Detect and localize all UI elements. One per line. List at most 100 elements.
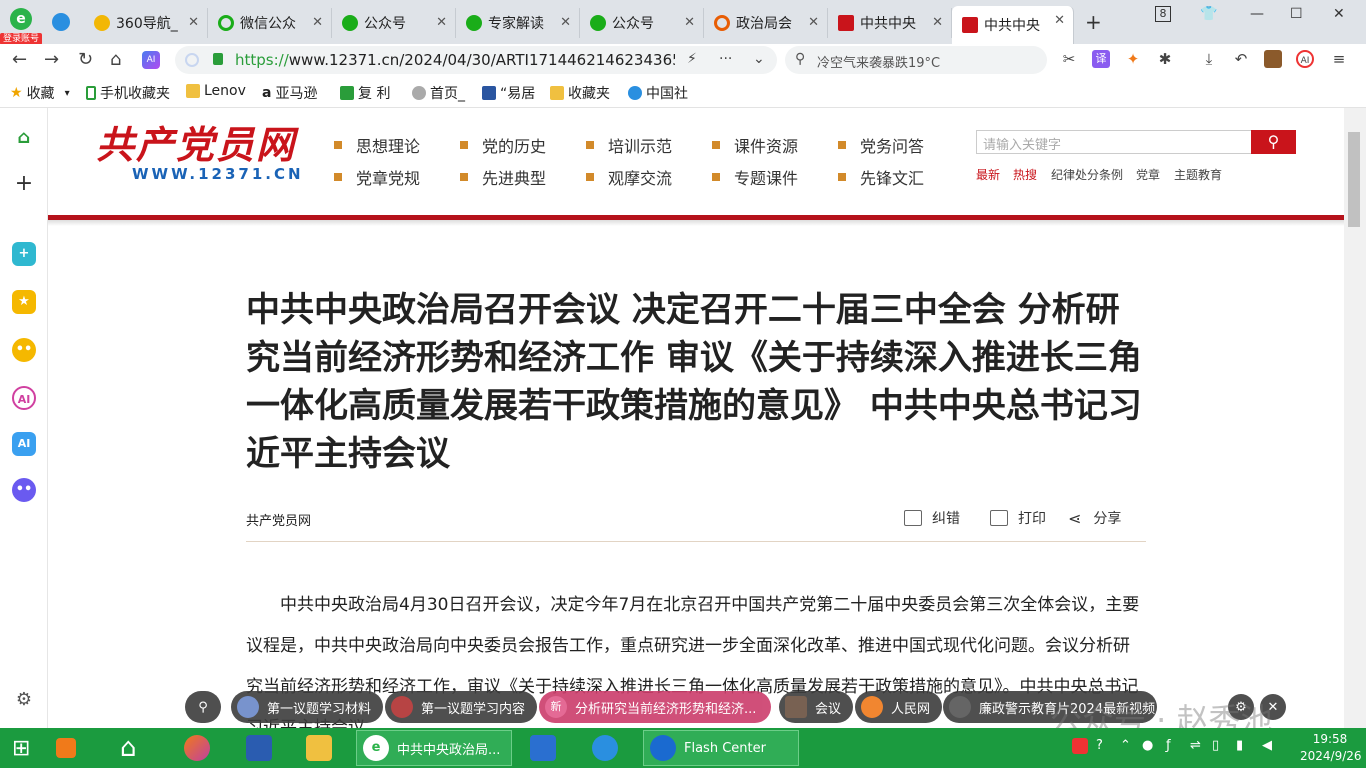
tab-gzh-2[interactable]: 公众号 ✕: [580, 8, 704, 38]
close-icon[interactable]: ✕: [684, 15, 695, 30]
tab-360[interactable]: 360导航_ ✕: [84, 8, 208, 38]
hot-link-constitution[interactable]: 党章: [1136, 166, 1160, 183]
add-icon[interactable]: +: [12, 172, 36, 196]
nav-courseware[interactable]: 课件资源: [712, 133, 798, 157]
url-text[interactable]: https://www.12371.cn/2024/04/30/ARTI1714…: [235, 51, 675, 69]
tab-wechat-1[interactable]: 微信公众 ✕: [208, 8, 332, 38]
scrollbar[interactable]: [1344, 108, 1366, 728]
chip-meeting[interactable]: 会议: [779, 691, 854, 723]
bookmark-favorites[interactable]: ★ 收藏 ▾: [10, 83, 70, 103]
more-icon[interactable]: ···: [719, 51, 732, 67]
taskbar-explorer[interactable]: [306, 730, 340, 766]
lightning-icon[interactable]: ⚡: [687, 51, 697, 67]
bookmark-lenovo[interactable]: Lenov: [186, 83, 246, 99]
close-icon[interactable]: ✕: [560, 15, 571, 30]
chip-study-material[interactable]: 第一议题学习材料: [231, 691, 384, 723]
close-icon[interactable]: ✕: [1054, 13, 1065, 28]
nav-training[interactable]: 培训示范: [586, 133, 672, 157]
close-icon[interactable]: ✕: [808, 15, 819, 30]
chip-study-content[interactable]: 第一议题学习内容: [385, 691, 538, 723]
hot-link-discipline[interactable]: 纪律处分条例: [1051, 166, 1123, 183]
help-icon[interactable]: ?: [1096, 738, 1103, 753]
battery-icon[interactable]: ▯: [1212, 738, 1219, 753]
tab-ccp-active[interactable]: 中共中央 ✕: [952, 6, 1074, 44]
taskbar-browser-window[interactable]: e 中共中央政治局...: [356, 730, 512, 766]
nav-history[interactable]: 党的历史: [460, 133, 546, 157]
nav-theory[interactable]: 思想理论: [334, 133, 420, 157]
hot-link-trending[interactable]: 热搜: [1013, 166, 1037, 183]
ai-chat-icon[interactable]: AI: [12, 432, 36, 456]
home-icon[interactable]: ⌂: [110, 49, 121, 70]
taskbar-home-icon[interactable]: ⌂: [120, 730, 137, 766]
chip-economic-analysis[interactable]: 新分析研究当前经济形势和经济...: [539, 691, 771, 723]
ai-assistant-icon[interactable]: AI: [1296, 50, 1314, 68]
hot-link-latest[interactable]: 最新: [976, 166, 1000, 183]
new-tab-button[interactable]: +: [1085, 10, 1102, 34]
tray-360-icon[interactable]: ●: [1142, 738, 1153, 753]
plus-app-icon[interactable]: +: [12, 242, 36, 266]
scissors-icon[interactable]: ✂: [1060, 50, 1078, 68]
undo-icon[interactable]: ↶: [1232, 50, 1250, 68]
ai-app-icon[interactable]: AI: [12, 386, 36, 410]
bookmark-china-social[interactable]: 中国社: [628, 83, 688, 103]
nav-vanguard[interactable]: 先锋文汇: [838, 165, 924, 189]
nav-models[interactable]: 先进典型: [460, 165, 546, 189]
close-icon[interactable]: ✕: [436, 15, 447, 30]
ai-icon[interactable]: AI: [142, 51, 160, 69]
translate-icon[interactable]: 译: [1092, 50, 1110, 68]
hot-link-theme-education[interactable]: 主题教育: [1174, 166, 1222, 183]
volume-icon[interactable]: ◀: [1262, 738, 1272, 753]
tray-flash-icon[interactable]: ƒ: [1166, 738, 1171, 753]
tab-gzh-1[interactable]: 公众号 ✕: [332, 8, 456, 38]
close-icon[interactable]: ✕: [312, 15, 323, 30]
taskbar-sogou[interactable]: [592, 730, 626, 766]
bookmark-yiju[interactable]: “易居: [482, 83, 535, 103]
close-icon[interactable]: ✕: [932, 15, 943, 30]
back-icon[interactable]: ←: [12, 49, 27, 70]
browser-logo-button[interactable]: e 登录账号: [0, 0, 44, 45]
nav-qa[interactable]: 党务问答: [838, 133, 924, 157]
menu-icon[interactable]: ≡: [1330, 50, 1348, 68]
bookmark-folder[interactable]: 收藏夹: [550, 83, 610, 103]
sogou-input-icon[interactable]: [1072, 738, 1088, 754]
share-button[interactable]: ⋖ 分享: [1068, 508, 1121, 528]
search-suggestion[interactable]: 冷空气来袭暴跌19°C: [817, 52, 940, 71]
site-search-input[interactable]: 请输入关键字: [976, 130, 1252, 154]
nav-exchange[interactable]: 观摩交流: [586, 165, 672, 189]
close-window-icon[interactable]: ✕: [1333, 6, 1345, 22]
search-box[interactable]: ⚲ 冷空气来袭暴跌19°C: [785, 46, 1047, 74]
tray-expand-icon[interactable]: ⌃: [1120, 738, 1131, 753]
site-logo[interactable]: 共产党员网: [96, 114, 306, 167]
download-icon[interactable]: ⤓: [1200, 50, 1218, 68]
forward-icon[interactable]: →: [44, 49, 59, 70]
nav-constitution[interactable]: 党章党规: [334, 165, 420, 189]
taskbar-firefox[interactable]: [184, 730, 218, 766]
minimize-icon[interactable]: —: [1250, 6, 1264, 22]
taskbar-flash-center[interactable]: Flash Center: [643, 730, 799, 766]
site-search-button[interactable]: ⚲: [1251, 130, 1296, 154]
extensions-icon[interactable]: ✱: [1156, 50, 1174, 68]
taskbar-star-app[interactable]: [56, 730, 84, 766]
reload-icon[interactable]: ↻: [78, 49, 93, 70]
bookmark-compound[interactable]: 复 利: [340, 83, 390, 103]
star-app-icon[interactable]: ★: [12, 290, 36, 314]
robot-icon[interactable]: ••: [12, 478, 36, 502]
tab-expert[interactable]: 专家解读 ✕: [456, 8, 580, 38]
print-button[interactable]: 打印: [990, 508, 1046, 528]
tray-usb-icon[interactable]: ⇌: [1190, 738, 1201, 753]
bookmark-home[interactable]: 首页_: [412, 83, 465, 103]
taskbar-word[interactable]: [246, 730, 280, 766]
scrollbar-thumb[interactable]: [1348, 132, 1360, 227]
address-bar[interactable]: https://www.12371.cn/2024/04/30/ARTI1714…: [175, 46, 777, 74]
chip-people-daily[interactable]: 人民网: [855, 691, 943, 723]
nav-topics[interactable]: 专题课件: [712, 165, 798, 189]
report-error-button[interactable]: 纠错: [904, 508, 960, 528]
tab-count-button[interactable]: 8: [1155, 6, 1171, 22]
maximize-icon[interactable]: ☐: [1290, 6, 1303, 22]
tab-ccp-1[interactable]: 中共中央 ✕: [828, 8, 952, 38]
telegram-tab-icon[interactable]: [52, 13, 70, 31]
float-search-button[interactable]: ⚲: [185, 691, 221, 723]
tab-politburo[interactable]: 政治局会 ✕: [704, 8, 828, 38]
chat-app-icon[interactable]: ••: [12, 338, 36, 362]
chevron-down-icon[interactable]: ⌄: [753, 51, 765, 67]
